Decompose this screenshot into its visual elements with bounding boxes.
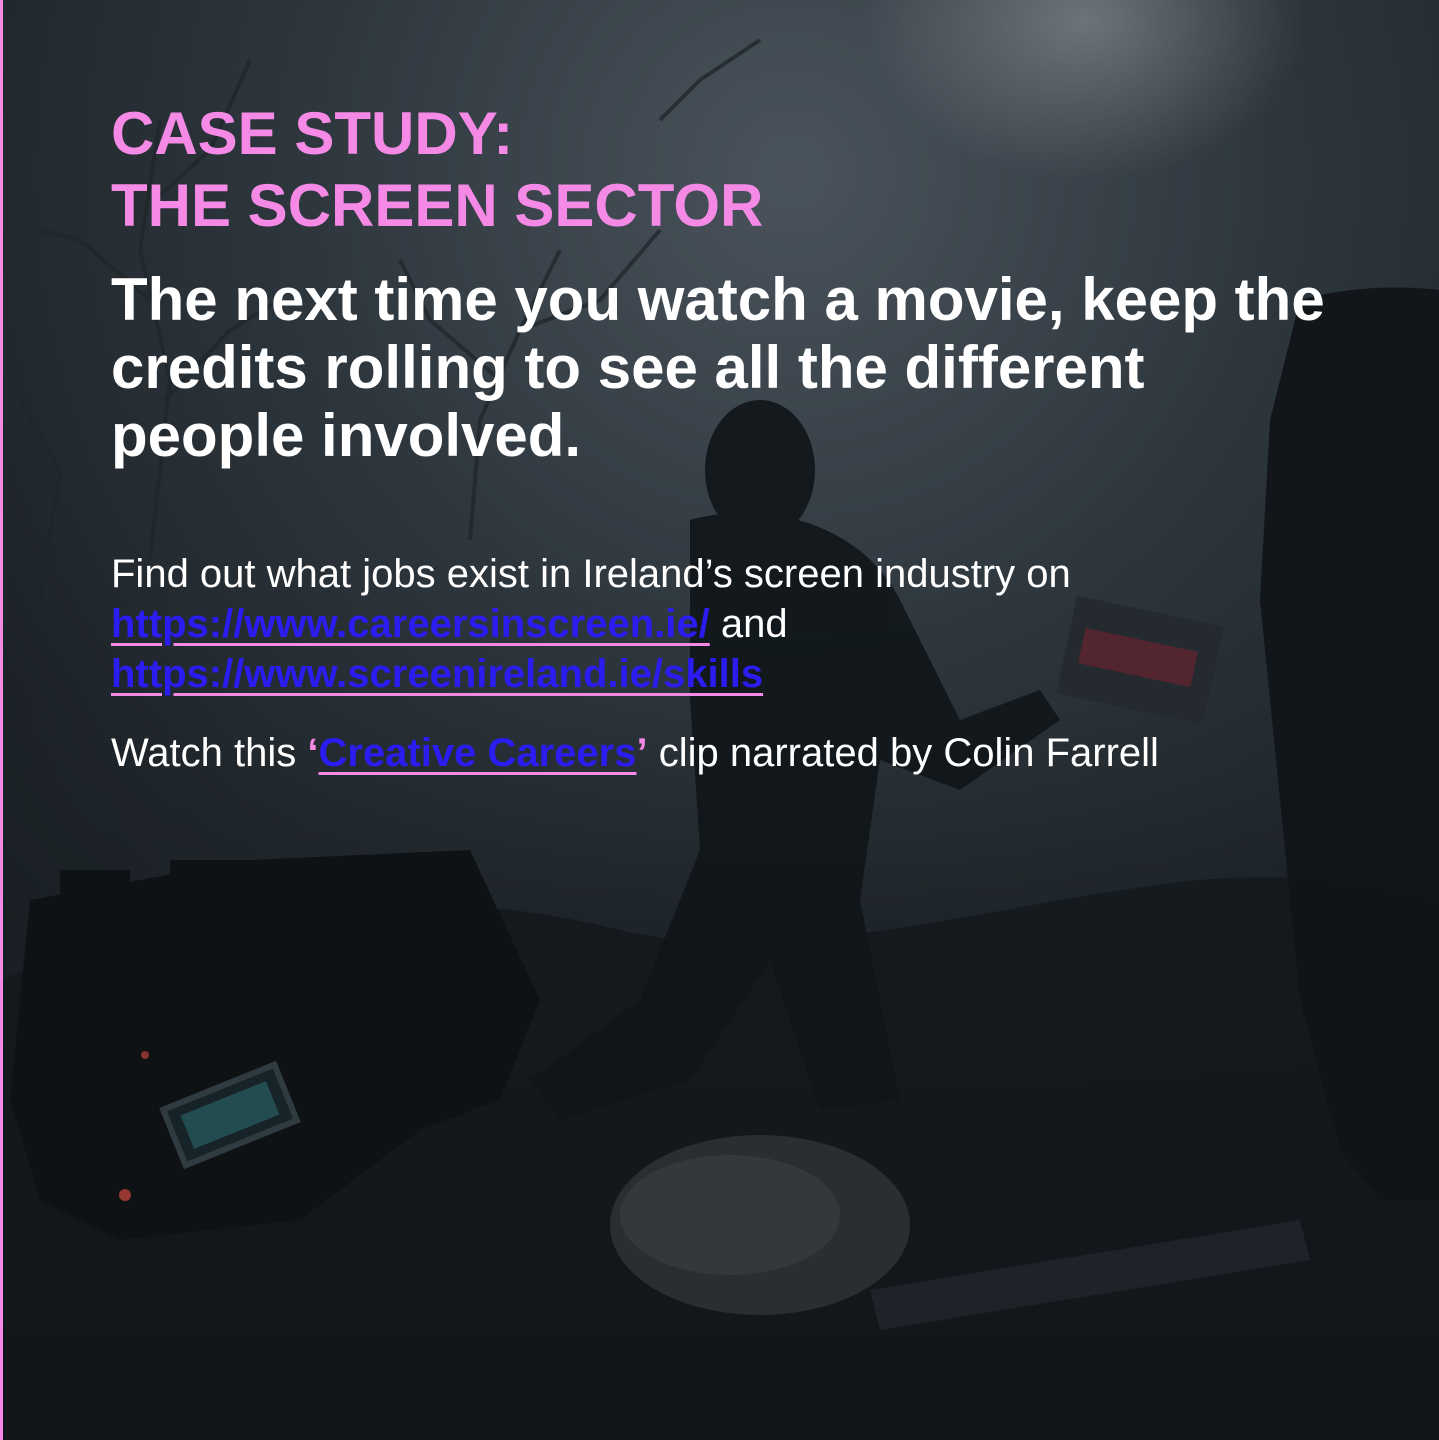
careersinscreen-link[interactable]: https://www.careersinscreen.ie/ (111, 602, 710, 646)
watch-clip-line: Watch this ‘Creative Careers’ clip narra… (111, 728, 1159, 778)
case-study-title: CASE STUDY: THE SCREEN SECTOR (111, 98, 763, 242)
creative-careers-link[interactable]: Creative Careers (318, 731, 636, 775)
find-out-links-line-1: https://www.careersinscreen.ie/ and (111, 599, 788, 649)
left-edge-accent (0, 0, 3, 1440)
case-study-slide: CASE STUDY: THE SCREEN SECTOR The next t… (0, 0, 1439, 1440)
headline: The next time you watch a movie, keep th… (111, 266, 1325, 469)
find-out-links-line-2: https://www.screenireland.ie/skills (111, 649, 763, 699)
watch-prefix: Watch this (111, 731, 308, 775)
watch-suffix: clip narrated by Colin Farrell (647, 731, 1159, 775)
find-out-intro: Find out what jobs exist in Ireland’s sc… (111, 552, 1071, 596)
open-quote: ‘ (307, 731, 319, 775)
screenireland-skills-link[interactable]: https://www.screenireland.ie/skills (111, 652, 763, 696)
title-line-1: CASE STUDY: (111, 100, 514, 167)
close-quote: ’ (636, 731, 648, 775)
and-text: and (709, 602, 788, 646)
title-line-2: THE SCREEN SECTOR (111, 172, 764, 239)
